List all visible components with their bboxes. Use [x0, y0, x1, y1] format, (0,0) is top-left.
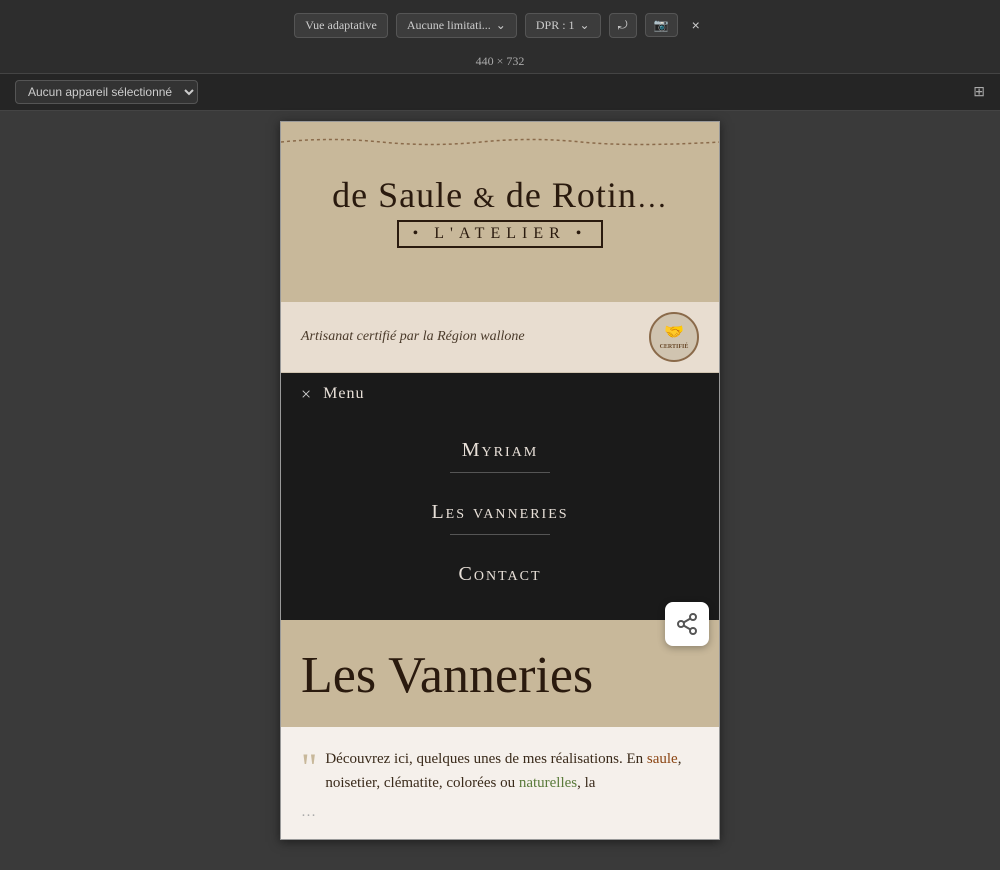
device-selector[interactable]: Aucun appareil sélectionné [15, 80, 198, 104]
rope-decoration [281, 132, 719, 152]
menu-label: Menu [323, 385, 364, 403]
chevron-down-icon: ⌄ [496, 18, 506, 33]
device-grid-icon: ⊞ [973, 84, 985, 101]
browser-toolbar: Vue adaptative Aucune limitati... ⌄ DPR … [0, 0, 1000, 50]
nav-item-les-vanneries[interactable]: Les vanneries [281, 487, 719, 549]
close-button[interactable]: × [686, 15, 706, 35]
text-saule: saule [647, 751, 678, 767]
share-button[interactable] [665, 602, 709, 646]
share-icon [675, 612, 699, 636]
dpr-control[interactable]: DPR : 1 ⌄ [525, 13, 601, 38]
limitation-control[interactable]: Aucune limitati... ⌄ [396, 13, 517, 38]
section-title: Les Vanneries [301, 650, 699, 702]
nav-menu: Myriam Les vanneries Contact [281, 415, 719, 620]
viewport-wrapper: de Saule & de Rotin… l'Atelier Artisanat… [0, 111, 1000, 840]
quote-marks: " [301, 752, 317, 784]
logo-script: de Saule & de Rotin… [332, 176, 668, 216]
text-part1: Découvrez ici, quelques unes de mes réal… [325, 751, 647, 767]
limitation-label: Aucune limitati... [407, 18, 491, 33]
camera-icon: 📷 [654, 18, 669, 32]
rotate-button[interactable]: ⤾ [609, 13, 637, 38]
text-naturelles: naturelles [519, 775, 577, 791]
dpr-label: DPR : 1 [536, 18, 575, 33]
device-bar: Aucun appareil sélectionné ⊞ [0, 74, 1000, 111]
dimension-bar: 440 × 732 [0, 50, 1000, 74]
section-body: " Découvrez ici, quelques unes de mes ré… [281, 727, 719, 839]
site-header: de Saule & de Rotin… l'Atelier [281, 122, 719, 302]
nav-item-myriam[interactable]: Myriam [281, 425, 719, 487]
menu-bar: × Menu [281, 373, 719, 415]
text-part3: , la [577, 775, 595, 791]
nav-item-contact[interactable]: Contact [281, 549, 719, 600]
menu-close-icon[interactable]: × [301, 385, 311, 403]
tagline-text: Artisanat certifié par la Région wallone [301, 329, 525, 345]
close-icon: × [692, 17, 700, 33]
rotate-icon: ⤾ [618, 18, 628, 33]
site-logo: de Saule & de Rotin… [332, 176, 668, 216]
tagline-bar: Artisanat certifié par la Région wallone… [281, 302, 719, 373]
screenshot-button[interactable]: 📷 [645, 13, 678, 37]
atelier-subtitle: l'Atelier [397, 220, 604, 248]
section-paragraph: Découvrez ici, quelques unes de mes réal… [301, 747, 699, 795]
dimensions-label: 440 × 732 [476, 54, 525, 68]
section-paragraph-2: … [301, 800, 699, 824]
artisan-badge: 🤝 CERTIFIÉ [649, 312, 699, 362]
section-header: Les Vanneries [281, 620, 719, 727]
vue-adaptative-control[interactable]: Vue adaptative [294, 13, 388, 38]
site-viewport: de Saule & de Rotin… l'Atelier Artisanat… [280, 121, 720, 840]
dpr-chevron-icon: ⌄ [580, 18, 590, 33]
vue-adaptative-label: Vue adaptative [305, 18, 377, 33]
